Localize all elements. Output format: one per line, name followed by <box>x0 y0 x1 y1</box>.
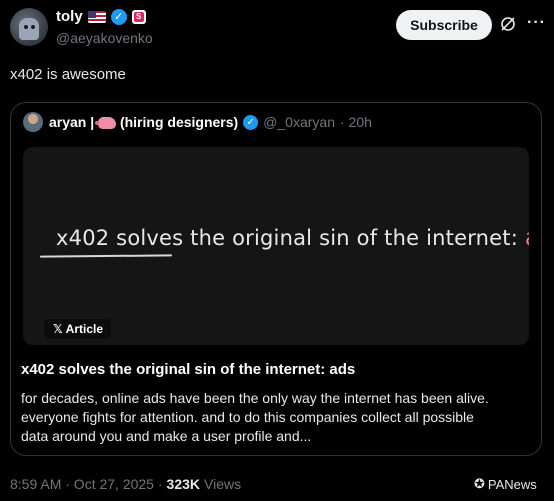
more-options-icon[interactable]: ··· <box>527 14 546 32</box>
subscribe-button[interactable]: Subscribe <box>396 10 492 40</box>
tweet-text: x402 is awesome <box>10 66 126 83</box>
affiliate-badge-icon: S <box>131 9 146 24</box>
quote-header: aryan | (hiring designers) ✓ @_0xaryan ·… <box>49 114 372 130</box>
cover-headline-highlight: ads <box>525 225 529 251</box>
quoted-tweet[interactable]: aryan | (hiring designers) ✓ @_0xaryan ·… <box>10 102 542 456</box>
article-preview: for decades, online ads have been the on… <box>21 389 531 446</box>
author-avatar[interactable] <box>10 8 48 46</box>
panews-logo-icon: ✪ <box>474 476 485 491</box>
article-title[interactable]: x402 solves the original sin of the inte… <box>21 361 355 378</box>
us-flag-icon <box>87 10 106 23</box>
author-handle[interactable]: @aeyakovenko <box>56 30 153 46</box>
article-preview-line: data around you and make a user profile … <box>21 428 312 444</box>
article-cover-image[interactable]: x402 solves the original sin of the inte… <box>23 147 529 345</box>
views-count: 323K <box>166 476 200 492</box>
cover-underline <box>39 254 173 258</box>
quote-verified-icon: ✓ <box>243 114 259 130</box>
verified-icon: ✓ <box>110 8 127 25</box>
quote-timestamp[interactable]: · 20h <box>340 114 372 130</box>
pig-emoji-icon <box>95 117 117 130</box>
tweet-timestamp[interactable]: 8:59 AM · Oct 27, 2025 · <box>10 476 163 492</box>
panews-watermark: ✪ PANews <box>474 476 537 492</box>
cover-headline: x402 solves the original sin of the inte… <box>56 225 529 251</box>
article-preview-line: for decades, online ads have been the on… <box>21 390 489 406</box>
quote-author-avatar[interactable] <box>23 112 43 132</box>
grok-icon[interactable] <box>499 15 517 33</box>
author-name-row: toly ✓ S <box>56 8 146 25</box>
author-name[interactable]: toly <box>56 8 83 25</box>
quote-author-name[interactable]: aryan | (hiring designers) <box>49 114 238 130</box>
tweet-meta: 8:59 AM · Oct 27, 2025 · 323K Views <box>10 476 241 492</box>
article-chip: 𝕏 Article <box>45 319 112 339</box>
quote-author-handle[interactable]: @_0xaryan <box>263 114 335 130</box>
views-label: Views <box>204 476 242 492</box>
x-logo-icon: 𝕏 <box>53 322 63 336</box>
article-preview-line: everyone fights for attention. and to do… <box>21 409 474 425</box>
